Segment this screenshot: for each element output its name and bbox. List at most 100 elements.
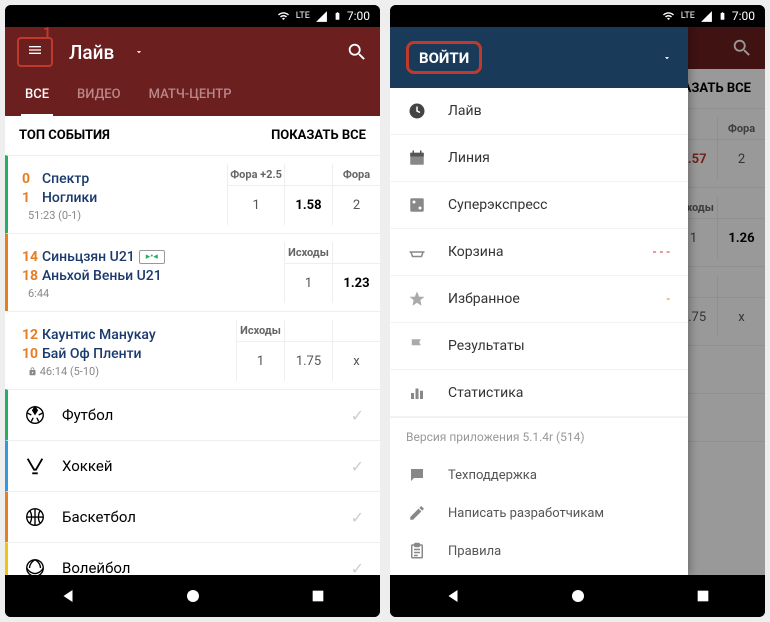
odds-value[interactable]: 2 [333, 186, 380, 225]
drawer-stats[interactable]: Статистика [390, 370, 688, 417]
match-time: 51:23 (0-1) [28, 209, 227, 222]
nav-bar [5, 575, 380, 617]
network-label: LTE [681, 11, 695, 21]
time-label: 7:00 [732, 9, 755, 23]
cart-icon [408, 243, 426, 261]
recents-button[interactable] [695, 588, 711, 604]
recents-button[interactable] [310, 588, 326, 604]
drawer-line[interactable]: Линия [390, 135, 688, 182]
drawer-label: Написать разработчикам [448, 506, 604, 521]
back-button[interactable] [444, 587, 462, 605]
drawer-version: Версия приложения 5.1.4r (514) [390, 417, 688, 456]
sport-football[interactable]: Футбол ✓ [5, 389, 380, 440]
section-title: ТОП СОБЫТИЯ [19, 128, 110, 143]
sport-hockey[interactable]: Хоккей ✓ [5, 440, 380, 491]
match-card[interactable]: 0Спектр 1Ноглики 51:23 (0-1) Фора +2.51 … [5, 155, 380, 233]
hockey-icon [24, 455, 46, 477]
team: Спектр [42, 171, 89, 187]
hamburger-icon [25, 42, 45, 58]
home-button[interactable] [184, 587, 202, 605]
odds-header: Исходы [237, 320, 284, 342]
clock-icon [408, 102, 426, 120]
sport-volleyball[interactable]: Волейбол ✓ [5, 542, 380, 575]
drawer-header: ВОЙТИ [390, 27, 688, 88]
lock-icon [28, 367, 37, 376]
stats-icon [408, 384, 426, 402]
score: 14 [22, 249, 42, 265]
odds-value[interactable]: 1.58 [285, 186, 332, 225]
chevron-down-icon[interactable] [662, 53, 672, 63]
team: Аньхой Веньи U21 [42, 268, 162, 284]
search-icon[interactable] [346, 41, 368, 63]
sport-basketball[interactable]: Баскетбол ✓ [5, 491, 380, 542]
battery-icon [718, 9, 727, 23]
tabs: ВСЕ ВИДЕО МАТЧ-ЦЕНТР [5, 77, 380, 116]
drawer-label: Избранное [448, 291, 520, 307]
drawer-label: Суперэкспресс [448, 197, 547, 213]
sport-label: Хоккей [62, 457, 335, 475]
show-all-link[interactable]: ПОКАЗАТЬ ВСЕ [271, 128, 366, 143]
tab-video[interactable]: ВИДЕО [73, 77, 125, 116]
drawer-support[interactable]: Техподдержка [390, 456, 688, 494]
match-time: 6:44 [28, 287, 284, 300]
fav-badge: - [666, 292, 670, 307]
sport-label: Футбол [62, 406, 335, 424]
battery-icon [333, 9, 342, 23]
nav-drawer: ВОЙТИ Лайв Линия Суперэкспресс Корзина -… [390, 27, 688, 575]
clipboard-icon [408, 542, 426, 560]
odds-value[interactable]: x [333, 342, 380, 381]
odds-value[interactable]: 1 [228, 186, 284, 225]
time-label: 7:00 [347, 9, 370, 23]
volleyball-icon [24, 557, 46, 575]
content: ТОП СОБЫТИЯ ПОКАЗАТЬ ВСЕ 0Спектр 1Ноглик… [5, 116, 380, 575]
drawer-label: Техподдержка [448, 468, 537, 483]
tab-matchcenter[interactable]: МАТЧ-ЦЕНТР [145, 77, 236, 116]
drawer-label: Лайв [448, 103, 482, 119]
header-title[interactable]: Лайв [69, 41, 114, 64]
drawer-cart[interactable]: Корзина - - - [390, 229, 688, 276]
check-icon: ✓ [351, 457, 364, 476]
team: Каунтис Манукау [42, 327, 156, 343]
drawer-rules[interactable]: Правила [390, 532, 688, 570]
odds-value[interactable]: 1 [237, 342, 284, 381]
app-header: 1 Лайв [5, 27, 380, 77]
check-icon: ✓ [351, 406, 364, 425]
phone-left: LTE 7:00 1 Лайв ВСЕ ВИДЕО МАТЧ-ЦЕНТР ТОП… [5, 5, 380, 617]
signal-icon [315, 10, 328, 23]
drawer-label: Результаты [448, 338, 525, 354]
annotation-1: 1 [43, 25, 51, 41]
wifi-icon [276, 10, 291, 22]
calendar-icon [408, 149, 426, 167]
odds-value[interactable]: 1.75 [285, 342, 332, 381]
match-card[interactable]: 12Каунтис Манукау 10Бай Оф Пленти 46:14 … [5, 311, 380, 389]
odds-value[interactable]: 1.23 [333, 264, 380, 303]
home-button[interactable] [569, 587, 587, 605]
odds-header [285, 164, 332, 186]
phone-right: LTE 7:00 ПОКАЗАТЬ ВСЕ ра +2.51 1.57 Фора… [390, 5, 765, 617]
wifi-icon [661, 10, 676, 22]
back-button[interactable] [59, 587, 77, 605]
basketball-icon [24, 506, 46, 528]
odds-header: Фора +2.5 [228, 164, 284, 186]
drawer-write[interactable]: Написать разработчикам [390, 494, 688, 532]
odds-value[interactable]: 1 [285, 264, 332, 303]
dice-icon [408, 196, 426, 214]
team: Бай Оф Пленти [42, 346, 142, 362]
tab-all[interactable]: ВСЕ [21, 77, 53, 116]
drawer-super[interactable]: Суперэкспресс [390, 182, 688, 229]
check-icon: ✓ [351, 559, 364, 576]
chevron-down-icon[interactable] [134, 47, 144, 57]
sport-label: Волейбол [62, 559, 335, 575]
drawer-label: Корзина [448, 244, 504, 260]
signal-icon [700, 10, 713, 23]
match-card[interactable]: 14Синьцзян U21 ▸•◂ 18Аньхой Веньи U21 6:… [5, 233, 380, 311]
login-button[interactable]: ВОЙТИ [406, 41, 482, 74]
odds-header: Исходы [285, 242, 332, 264]
drawer-live[interactable]: Лайв [390, 88, 688, 135]
drawer-fav[interactable]: Избранное - [390, 276, 688, 323]
match-time: 46:14 (5-10) [28, 365, 236, 378]
status-bar: LTE 7:00 [5, 5, 380, 27]
odds-header [333, 320, 380, 342]
drawer-results[interactable]: Результаты [390, 323, 688, 370]
menu-button[interactable] [17, 37, 53, 67]
